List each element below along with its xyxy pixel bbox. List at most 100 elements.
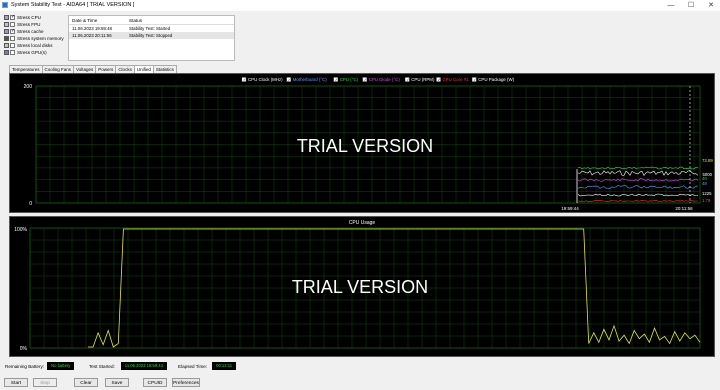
cache-icon — [4, 29, 9, 34]
gpu-icon — [4, 50, 9, 55]
cpu-usage-panel: CPU Usage 100% 0% TRIAL VERSION — [9, 216, 715, 357]
stress-fpu-label: Stress FPU — [17, 22, 41, 27]
legend-item: ✓ CPU (RPM) — [405, 77, 435, 82]
log-col-datetime[interactable]: Date & Time — [69, 18, 127, 23]
log-row-time: 11.06.2023 19:59:48 — [72, 26, 112, 31]
stress-cache-label: Stress cache — [17, 29, 44, 34]
log-row[interactable]: 11.06.2023 20:11:56 Stability Test: Stop… — [69, 32, 234, 39]
tab-statistics[interactable]: Statistics — [152, 65, 177, 73]
log-col-status[interactable]: Status — [127, 18, 142, 23]
value-label: 48 — [702, 181, 707, 186]
chart-tabs: Temperatures Cooling Fans Voltages Power… — [9, 65, 177, 74]
test-started-value: 11.06.2023 19:59:44 — [120, 362, 167, 370]
stress-cache-option[interactable]: Stress cache — [4, 28, 66, 35]
elapsed-time: Elapsed Time: 00:12:11 — [178, 362, 237, 370]
stop-button[interactable]: Stop — [33, 378, 57, 387]
stress-fpu-option[interactable]: Stress FPU — [4, 21, 66, 28]
stress-disks-option[interactable]: Stress local disks — [4, 42, 66, 49]
stress-gpu-label: Stress GPU(s) — [17, 50, 47, 55]
stress-disks-label: Stress local disks — [17, 43, 53, 48]
cpuid-button[interactable]: CPUID — [143, 378, 167, 387]
y-tick-label: 0 — [29, 201, 32, 207]
event-log-table[interactable]: Date & Time Status 11.06.2023 19:59:48 S… — [68, 15, 235, 61]
legend-label: CPU Diode (°C) — [369, 77, 401, 82]
value-label: 1225 — [702, 191, 712, 196]
test-started-label: Test Started: — [89, 363, 115, 369]
stress-memory-label: Stress system memory — [17, 36, 64, 41]
stress-cpu-label: Stress CPU — [17, 15, 41, 20]
legend-check-icon: ✓ — [438, 77, 441, 82]
elapsed-time-value: 00:12:11 — [212, 362, 237, 370]
legend-item: ✓ Motherboard (°C) — [286, 77, 328, 82]
legend-item: ✓ CPU Package (W) — [472, 77, 515, 82]
chart-title: CPU Usage — [349, 220, 376, 226]
legend-check-icon: ✓ — [473, 77, 476, 82]
legend-check-icon: ✓ — [243, 77, 246, 82]
legend-label: CPU (°C) — [340, 77, 359, 82]
stress-cache-checkbox[interactable] — [10, 28, 15, 34]
legend-label: CPU Clock (MHz) — [248, 77, 283, 82]
unified-chart: ✓ CPU Clock (MHz) ✓ Motherboard (°C) ✓ CPU (°… — [24, 77, 714, 211]
stress-fpu-checkbox[interactable] — [10, 22, 15, 27]
legend-check-icon: ✓ — [364, 77, 367, 82]
elapsed-time-label: Elapsed Time: — [178, 363, 208, 369]
legend-item: ✓ CPU (°C) — [333, 77, 359, 82]
legend-check-icon: ✓ — [288, 77, 291, 82]
y-tick-label: 0% — [20, 346, 28, 352]
memory-icon — [4, 36, 9, 41]
log-row[interactable]: 11.06.2023 19:59:48 Stability Test: Star… — [69, 25, 234, 32]
cpu-icon — [4, 15, 9, 20]
legend-item: ✓ CPU Diode (°C) — [362, 77, 401, 82]
close-icon[interactable]: ✕ — [704, 0, 718, 11]
legend-label: CPU Package (W) — [478, 77, 514, 82]
minimize-icon[interactable]: — — [664, 0, 678, 11]
trial-watermark: TRIAL VERSION — [292, 277, 428, 297]
log-row-status: Stability Test: Stopped — [129, 33, 173, 38]
tab-voltages[interactable]: Voltages — [73, 65, 97, 73]
stress-disks-checkbox[interactable] — [10, 43, 15, 48]
stress-cpu-option[interactable]: Stress CPU — [4, 14, 66, 21]
window-title: System Stability Test - AIDA64 [ TRIAL V… — [11, 2, 135, 8]
value-label: 73.89 — [702, 158, 713, 163]
remaining-battery: Remaining Battery: No battery — [5, 362, 75, 370]
stress-gpu-option[interactable]: Stress GPU(s) — [4, 49, 66, 56]
save-button[interactable]: Save — [105, 378, 129, 387]
disk-icon — [4, 43, 9, 48]
value-label: 1.79 — [702, 198, 711, 203]
preferences-button[interactable]: Preferences — [172, 378, 200, 387]
legend-label: Motherboard (°C) — [293, 77, 328, 82]
log-row-status: Stability Test: Started — [129, 26, 171, 31]
remaining-battery-value: No battery — [47, 362, 75, 370]
legend-check-icon: ✓ — [406, 77, 409, 82]
test-started: Test Started: 11.06.2023 19:59:44 — [89, 362, 167, 370]
stress-memory-checkbox[interactable] — [10, 36, 15, 41]
stress-cpu-checkbox[interactable] — [10, 14, 15, 20]
tab-temperatures[interactable]: Temperatures — [9, 65, 43, 73]
title-bar: System Stability Test - AIDA64 [ TRIAL V… — [0, 0, 720, 11]
x-tick-label: 20:11:56 — [675, 206, 693, 211]
x-tick-label: 19:59:44 — [561, 206, 579, 211]
legend-check-icon: ✓ — [335, 77, 338, 82]
stress-options: Stress CPU Stress FPU Stress cache Stres… — [4, 14, 66, 56]
unified-chart-panel: ✓ CPU Clock (MHz) ✓ Motherboard (°C) ✓ CPU (°… — [9, 73, 715, 213]
clear-button[interactable]: Clear — [74, 378, 98, 387]
stress-gpu-checkbox[interactable] — [10, 50, 15, 55]
y-tick-label: 200 — [24, 84, 33, 90]
legend-item: ✓ CPU Clock (MHz) — [241, 77, 283, 82]
remaining-battery-label: Remaining Battery: — [5, 363, 45, 369]
cpu-usage-chart: CPU Usage 100% 0% TRIAL VERSION — [14, 220, 701, 352]
trial-watermark: TRIAL VERSION — [297, 136, 433, 156]
tab-clocks[interactable]: Clocks — [115, 65, 135, 73]
app-icon — [2, 2, 8, 8]
tab-cooling-fans[interactable]: Cooling Fans — [41, 65, 75, 73]
fpu-icon — [4, 22, 9, 27]
y-tick-label: 100% — [14, 227, 27, 233]
log-row-time: 11.06.2023 20:11:56 — [72, 33, 112, 38]
stress-memory-option[interactable]: Stress system memory — [4, 35, 66, 42]
tab-powers[interactable]: Powers — [95, 65, 117, 73]
maximize-icon[interactable]: ☐ — [684, 0, 698, 11]
legend-label: CPU (RPM) — [411, 77, 435, 82]
legend-item: ✓ CPU Core #1 — [436, 77, 469, 82]
log-header: Date & Time Status — [69, 16, 234, 25]
start-button[interactable]: Start — [4, 378, 28, 387]
